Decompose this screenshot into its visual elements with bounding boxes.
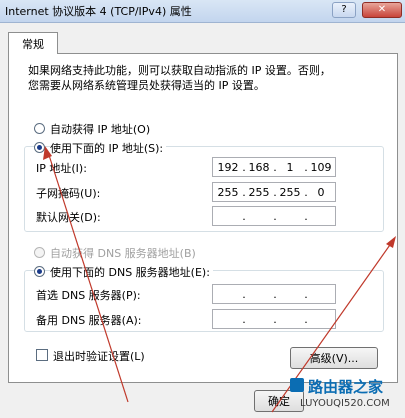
tab-general-label: 常规 — [22, 37, 44, 51]
watermark: 路由器之家 LUYOUQI520.COM — [290, 376, 402, 416]
arrow-line-left — [47, 151, 129, 403]
tab-general[interactable]: 常规 — [8, 32, 58, 54]
arrow-head-right — [386, 236, 396, 248]
router-icon — [290, 378, 304, 392]
watermark-url: LUYOUQI520.COM — [300, 398, 390, 409]
watermark-title: 路由器之家 — [308, 378, 384, 396]
annotation-arrows — [43, 146, 396, 413]
arrow-head-left — [43, 146, 52, 160]
